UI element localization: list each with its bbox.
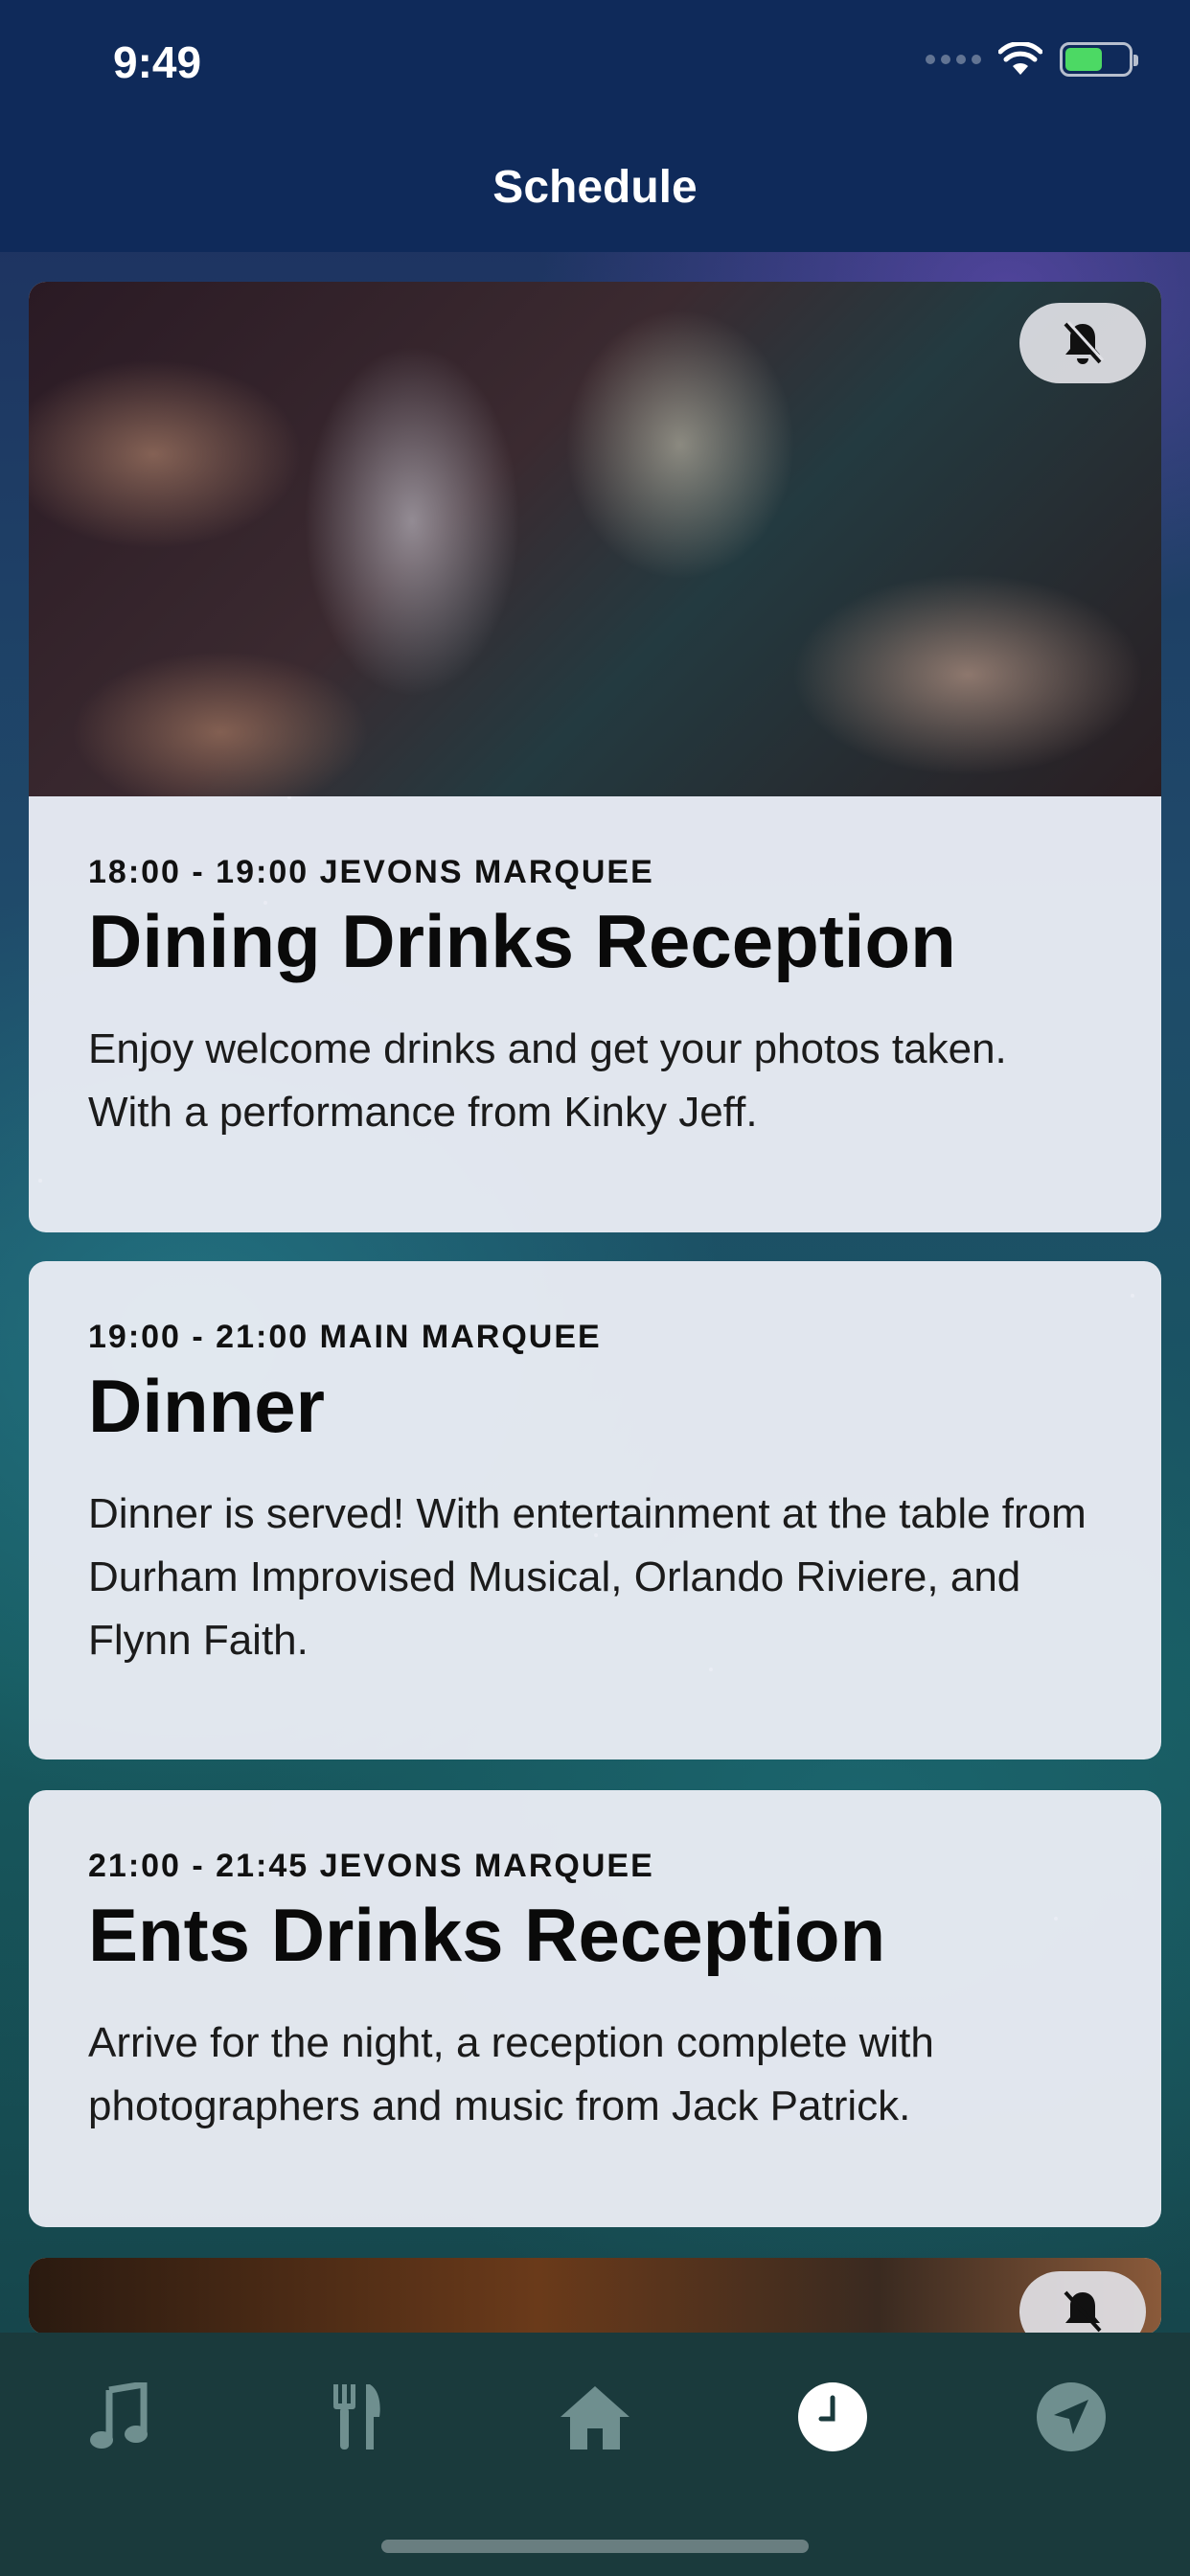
mute-reminder-button[interactable] xyxy=(1019,303,1146,383)
bell-slash-icon xyxy=(1064,2290,1102,2333)
schedule-card[interactable]: 19:00 - 21:00 MAIN MARQUEE Dinner Dinner… xyxy=(29,1261,1161,1760)
wifi-icon xyxy=(998,42,1042,75)
tab-home[interactable] xyxy=(555,2377,635,2457)
location-arrow-icon xyxy=(1037,2382,1106,2451)
schedule-card[interactable] xyxy=(29,2258,1161,2334)
mute-reminder-button[interactable] xyxy=(1019,2271,1146,2334)
home-indicator[interactable] xyxy=(381,2540,809,2553)
event-time-location: 21:00 - 21:45 JEVONS MARQUEE xyxy=(88,1848,654,1884)
cellular-signal-icon xyxy=(926,55,981,64)
page-title: Schedule xyxy=(492,162,698,213)
home-icon xyxy=(561,2386,629,2450)
tab-music[interactable] xyxy=(79,2377,159,2457)
event-description: Enjoy welcome drinks and get your photos… xyxy=(88,1024,1007,1136)
event-photo xyxy=(29,282,1161,796)
battery-icon xyxy=(1060,42,1138,77)
event-title: Dinner xyxy=(88,1364,326,1448)
tab-schedule[interactable] xyxy=(792,2377,873,2457)
app-header: 9:49 Schedule xyxy=(0,0,1190,252)
event-title: Dining Drinks Reception xyxy=(88,899,956,983)
status-time: 9:49 xyxy=(113,37,202,87)
fork-knife-icon xyxy=(333,2384,380,2450)
event-description: Arrive for the night, a reception comple… xyxy=(88,2018,934,2129)
schedule-card[interactable]: 18:00 - 19:00 JEVONS MARQUEE Dining Drin… xyxy=(29,282,1161,1232)
event-time-location: 18:00 - 19:00 JEVONS MARQUEE xyxy=(88,854,654,890)
event-photo xyxy=(29,2258,1161,2334)
music-note-icon xyxy=(90,2382,148,2449)
status-icons xyxy=(926,42,1138,77)
event-description: Dinner is served! With entertainment at … xyxy=(88,1489,1087,1664)
schedule-card[interactable]: 21:00 - 21:45 JEVONS MARQUEE Ents Drinks… xyxy=(29,1790,1161,2227)
tab-directions[interactable] xyxy=(1031,2377,1111,2457)
event-title: Ents Drinks Reception xyxy=(88,1893,886,1977)
bell-slash-icon xyxy=(1064,320,1104,364)
tab-food[interactable] xyxy=(316,2377,397,2457)
event-time-location: 19:00 - 21:00 MAIN MARQUEE xyxy=(88,1319,602,1355)
clock-icon xyxy=(798,2382,867,2451)
